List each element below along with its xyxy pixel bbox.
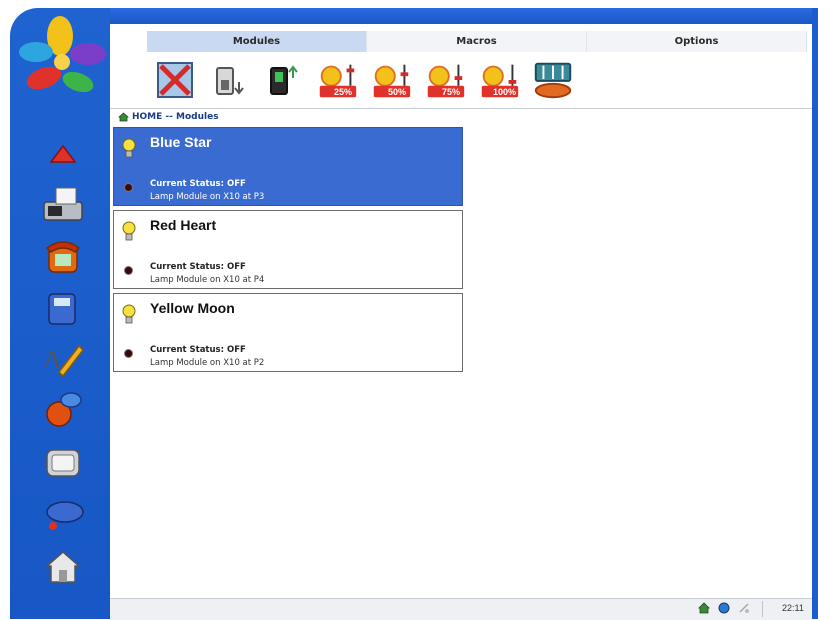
tray-icons xyxy=(698,602,750,614)
module-off-icon xyxy=(216,67,244,95)
svg-text:A: A xyxy=(43,345,62,374)
module-name: Blue Star xyxy=(150,134,212,150)
all-off-button[interactable] xyxy=(152,59,198,101)
dim-50-button[interactable]: 50% xyxy=(368,59,414,101)
sidebar-music-button[interactable] xyxy=(38,492,88,536)
dim-100-button[interactable]: 100% xyxy=(476,59,522,101)
toolbar: 25% 50% 75% 100% xyxy=(152,58,576,102)
connection-status-icon[interactable] xyxy=(738,602,750,614)
home-icon[interactable] xyxy=(118,112,129,122)
module-off-button[interactable] xyxy=(206,59,252,101)
module-name: Red Heart xyxy=(150,217,217,233)
module-card-yellow-moon[interactable]: Yellow Moon Current Status: OFF Lamp Mod… xyxy=(113,293,463,372)
module-card-red-heart[interactable]: Red Heart Current Status: OFF Lamp Modul… xyxy=(113,210,463,289)
module-card-blue-star[interactable]: Blue Star Current Status: OFF Lamp Modul… xyxy=(113,127,463,206)
module-description: Lamp Module on X10 at P2 xyxy=(150,358,265,368)
home-status-icon[interactable] xyxy=(698,602,710,614)
module-status: Current Status: OFF xyxy=(150,345,246,355)
top-frame-bar xyxy=(110,8,818,24)
fax-icon xyxy=(43,187,83,221)
house-icon xyxy=(45,551,81,583)
sidebar-tv-button[interactable] xyxy=(38,440,88,484)
dim-75-label: 75% xyxy=(442,87,461,97)
module-status: Current Status: OFF xyxy=(150,262,246,272)
dim-25-button[interactable]: 25% xyxy=(314,59,360,101)
right-frame-edge xyxy=(812,8,818,619)
globe-status-icon[interactable] xyxy=(718,602,730,614)
phone-icon xyxy=(45,241,81,273)
lightbulb-icon xyxy=(122,304,136,324)
speech-icon xyxy=(46,392,82,427)
lightbulb-icon xyxy=(122,138,136,158)
tv-icon xyxy=(46,449,80,477)
dim-100-label: 100% xyxy=(493,87,517,97)
dim-50-label: 50% xyxy=(388,87,407,97)
cordless-phone-icon xyxy=(48,293,76,325)
breadcrumb-bar: HOME -- Modules xyxy=(110,108,812,127)
sidebar-fax-button[interactable] xyxy=(38,182,88,226)
status-led-icon xyxy=(125,350,132,357)
tab-modules[interactable]: Modules xyxy=(147,31,367,52)
clock: 22:11 xyxy=(782,603,804,613)
sidebar-phone-button[interactable] xyxy=(38,234,88,278)
dim-75-button[interactable]: 75% xyxy=(422,59,468,101)
all-off-icon xyxy=(157,62,193,98)
music-icon xyxy=(46,501,84,530)
tab-options[interactable]: Options xyxy=(587,31,807,52)
sidebar-speech-button[interactable] xyxy=(38,388,88,432)
sidebar-edit-button[interactable]: A xyxy=(38,336,88,380)
breadcrumb[interactable]: HOME -- Modules xyxy=(132,112,219,122)
status-bar: 22:11 xyxy=(110,598,812,620)
sidebar-up-button[interactable] xyxy=(38,132,88,176)
flower-logo-icon xyxy=(19,16,106,93)
module-status: Current Status: OFF xyxy=(150,179,246,189)
mixer-button[interactable] xyxy=(530,59,576,101)
tab-macros[interactable]: Macros xyxy=(367,31,587,52)
module-on-icon xyxy=(270,65,298,95)
edit-text-icon: A xyxy=(43,344,84,378)
sidebar-home-button[interactable] xyxy=(38,544,88,588)
mixer-icon xyxy=(534,62,572,99)
module-description: Lamp Module on X10 at P4 xyxy=(150,275,265,285)
module-on-button[interactable] xyxy=(260,59,306,101)
module-name: Yellow Moon xyxy=(150,300,235,316)
status-led-icon xyxy=(125,184,132,191)
up-arrow-icon xyxy=(49,144,77,163)
modules-list: Blue Star Current Status: OFF Lamp Modul… xyxy=(110,126,812,598)
sidebar-cordless-phone-button[interactable] xyxy=(38,286,88,330)
module-description: Lamp Module on X10 at P3 xyxy=(150,192,265,202)
lightbulb-icon xyxy=(122,221,136,241)
status-led-icon xyxy=(125,267,132,274)
tab-bar: Modules Macros Options xyxy=(147,31,807,52)
status-separator xyxy=(762,601,763,617)
dim-25-label: 25% xyxy=(334,87,353,97)
